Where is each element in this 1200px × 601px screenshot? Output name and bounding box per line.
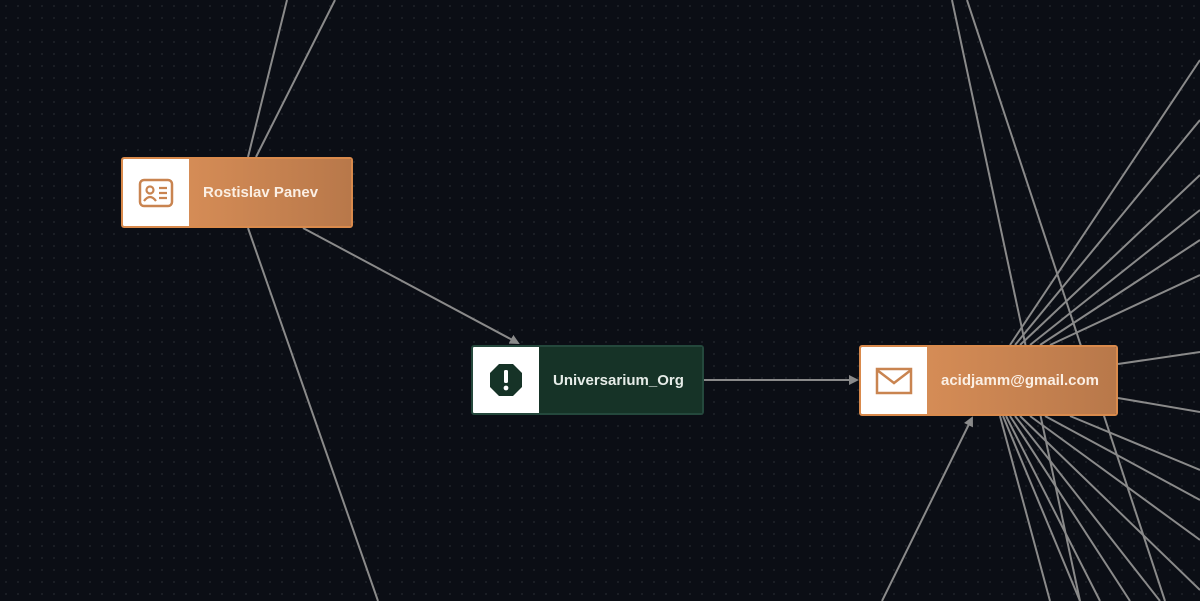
edge-line[interactable] <box>1019 415 1200 591</box>
node-label: Universarium_Org <box>539 347 702 413</box>
envelope-icon <box>875 367 913 394</box>
edge-line[interactable] <box>1009 415 1131 601</box>
node-email[interactable]: acidjamm@gmail.com <box>859 345 1118 416</box>
contact-card-icon <box>138 178 174 207</box>
node-icon-box <box>473 347 539 413</box>
node-label: acidjamm@gmail.com <box>927 347 1116 414</box>
edge-person-to-org[interactable] <box>302 227 520 344</box>
node-icon-box <box>861 347 927 414</box>
node-icon-box <box>123 159 189 226</box>
alert-octagon-icon <box>490 364 522 396</box>
edge-line[interactable] <box>1117 397 1200 413</box>
edge-line[interactable] <box>1044 415 1200 501</box>
edge-line[interactable] <box>881 416 973 601</box>
node-label: Rostislav Panev <box>189 159 351 226</box>
edge-layer <box>247 0 1200 601</box>
edge-line[interactable] <box>247 227 379 601</box>
edge-line[interactable] <box>1069 415 1200 471</box>
node-person[interactable]: Rostislav Panev <box>121 157 353 228</box>
edge-line[interactable] <box>1117 351 1200 365</box>
graph-canvas[interactable]: Rostislav Panev Universarium_Org acidjam… <box>0 0 1200 601</box>
edge-line[interactable] <box>951 0 1081 601</box>
node-organization[interactable]: Universarium_Org <box>471 345 704 415</box>
edge-line[interactable] <box>1005 415 1101 601</box>
edge-line[interactable] <box>1019 174 1200 346</box>
